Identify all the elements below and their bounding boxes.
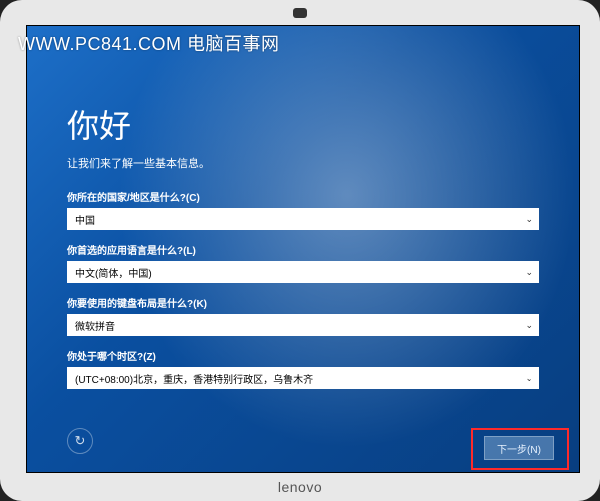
label-language: 你首选的应用语言是什么?(L) xyxy=(67,242,539,257)
label-country: 你所在的国家/地区是什么?(C) xyxy=(67,189,539,204)
field-language: 你首选的应用语言是什么?(L) 中文(简体，中国) ⌄ xyxy=(67,242,539,283)
select-timezone-value: (UTC+08:00)北京，重庆，香港特别行政区，乌鲁木齐 xyxy=(75,371,313,386)
laptop-bezel: lenovo 你好 让我们来了解一些基本信息。 你所在的国家/地区是什么?(C)… xyxy=(0,0,600,501)
field-country: 你所在的国家/地区是什么?(C) 中国 ⌄ xyxy=(67,189,539,230)
chevron-down-icon: ⌄ xyxy=(525,214,533,225)
ease-of-access-button[interactable]: ↻ xyxy=(67,428,93,454)
brand-logo: lenovo xyxy=(278,479,322,495)
field-keyboard: 你要使用的键盘布局是什么?(K) 微软拼音 ⌄ xyxy=(67,295,539,336)
page-title: 你好 xyxy=(67,101,539,147)
chevron-down-icon: ⌄ xyxy=(525,320,533,331)
ease-of-access-icon: ↻ xyxy=(75,433,86,449)
select-keyboard-value: 微软拼音 xyxy=(75,318,115,333)
label-timezone: 你处于哪个时区?(Z) xyxy=(67,348,539,363)
label-keyboard: 你要使用的键盘布局是什么?(K) xyxy=(67,295,539,310)
screen-area: 你好 让我们来了解一些基本信息。 你所在的国家/地区是什么?(C) 中国 ⌄ 你… xyxy=(26,25,580,473)
select-country-value: 中国 xyxy=(75,212,95,227)
oobe-panel: 你好 让我们来了解一些基本信息。 你所在的国家/地区是什么?(C) 中国 ⌄ 你… xyxy=(67,101,539,462)
select-keyboard[interactable]: 微软拼音 ⌄ xyxy=(67,314,539,336)
webcam xyxy=(293,8,307,18)
select-country[interactable]: 中国 ⌄ xyxy=(67,208,539,230)
chevron-down-icon: ⌄ xyxy=(525,267,533,278)
page-subtitle: 让我们来了解一些基本信息。 xyxy=(67,155,539,171)
watermark-text: WWW.PC841.COM 电脑百事网 xyxy=(18,30,280,56)
select-timezone[interactable]: (UTC+08:00)北京，重庆，香港特别行政区，乌鲁木齐 ⌄ xyxy=(67,367,539,389)
field-timezone: 你处于哪个时区?(Z) (UTC+08:00)北京，重庆，香港特别行政区，乌鲁木… xyxy=(67,348,539,389)
next-button-label: 下一步(N) xyxy=(497,441,541,456)
select-language-value: 中文(简体，中国) xyxy=(75,265,152,280)
select-language[interactable]: 中文(简体，中国) ⌄ xyxy=(67,261,539,283)
next-button[interactable]: 下一步(N) xyxy=(484,436,554,460)
